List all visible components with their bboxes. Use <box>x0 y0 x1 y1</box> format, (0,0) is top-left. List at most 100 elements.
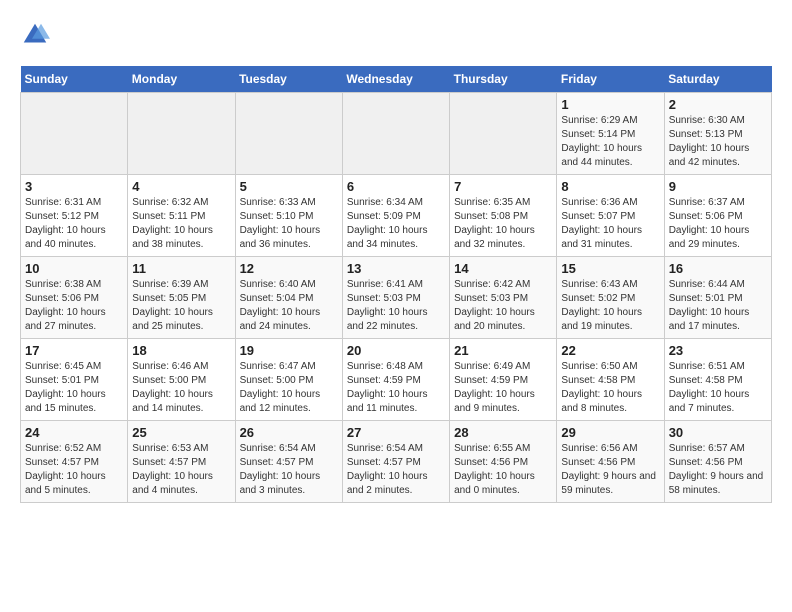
calendar-cell: 2 Sunrise: 6:30 AMSunset: 5:13 PMDaylight… <box>664 93 771 175</box>
day-info: Sunrise: 6:53 AMSunset: 4:57 PMDaylight:… <box>132 442 230 498</box>
calendar-cell: 7 Sunrise: 6:35 AMSunset: 5:08 PMDaylight… <box>450 175 557 257</box>
day-number: 17 <box>25 343 123 358</box>
header-day: Wednesday <box>342 66 449 93</box>
calendar-cell: 21 Sunrise: 6:49 AMSunset: 4:59 PMDayligh… <box>450 339 557 421</box>
day-info: Sunrise: 6:29 AMSunset: 5:14 PMDaylight:… <box>561 114 659 170</box>
calendar-cell: 29Sunrise: 6:56 AMSunset: 4:56 PMDayligh… <box>557 421 664 503</box>
day-info: Sunrise: 6:30 AMSunset: 5:13 PMDaylight:… <box>669 114 767 170</box>
calendar-cell: 22 Sunrise: 6:50 AMSunset: 4:58 PMDayligh… <box>557 339 664 421</box>
calendar-cell: 6 Sunrise: 6:34 AMSunset: 5:09 PMDaylight… <box>342 175 449 257</box>
day-number: 21 <box>454 343 552 358</box>
logo-icon <box>20 20 50 50</box>
day-info: Sunrise: 6:31 AMSunset: 5:12 PMDaylight:… <box>25 196 123 252</box>
day-number: 2 <box>669 97 767 112</box>
day-number: 7 <box>454 179 552 194</box>
day-number: 9 <box>669 179 767 194</box>
calendar-cell: 8Sunrise: 6:36 AMSunset: 5:07 PMDaylight… <box>557 175 664 257</box>
day-info: Sunrise: 6:34 AMSunset: 5:09 PMDaylight:… <box>347 196 445 252</box>
calendar-cell <box>450 93 557 175</box>
calendar-cell: 5 Sunrise: 6:33 AMSunset: 5:10 PMDaylight… <box>235 175 342 257</box>
day-info: Sunrise: 6:40 AMSunset: 5:04 PMDaylight:… <box>240 278 338 334</box>
calendar-cell: 26 Sunrise: 6:54 AMSunset: 4:57 PMDayligh… <box>235 421 342 503</box>
day-info: Sunrise: 6:47 AMSunset: 5:00 PMDaylight:… <box>240 360 338 416</box>
day-number: 4 <box>132 179 230 194</box>
calendar-week: 24 Sunrise: 6:52 AMSunset: 4:57 PMDayligh… <box>21 421 772 503</box>
calendar-week: 3 Sunrise: 6:31 AMSunset: 5:12 PMDaylight… <box>21 175 772 257</box>
day-number: 28 <box>454 425 552 440</box>
header-day: Friday <box>557 66 664 93</box>
day-number: 15 <box>561 261 659 276</box>
day-info: Sunrise: 6:49 AMSunset: 4:59 PMDaylight:… <box>454 360 552 416</box>
calendar-cell: 9Sunrise: 6:37 AMSunset: 5:06 PMDaylight… <box>664 175 771 257</box>
day-number: 27 <box>347 425 445 440</box>
day-info: Sunrise: 6:39 AMSunset: 5:05 PMDaylight:… <box>132 278 230 334</box>
day-info: Sunrise: 6:42 AMSunset: 5:03 PMDaylight:… <box>454 278 552 334</box>
day-number: 6 <box>347 179 445 194</box>
day-number: 18 <box>132 343 230 358</box>
logo <box>20 20 54 50</box>
day-info: Sunrise: 6:54 AMSunset: 4:57 PMDaylight:… <box>240 442 338 498</box>
calendar-cell: 17 Sunrise: 6:45 AMSunset: 5:01 PMDayligh… <box>21 339 128 421</box>
calendar-cell: 18 Sunrise: 6:46 AMSunset: 5:00 PMDayligh… <box>128 339 235 421</box>
calendar-week: 10 Sunrise: 6:38 AMSunset: 5:06 PMDayligh… <box>21 257 772 339</box>
calendar-cell: 28 Sunrise: 6:55 AMSunset: 4:56 PMDayligh… <box>450 421 557 503</box>
calendar-body: 1 Sunrise: 6:29 AMSunset: 5:14 PMDaylight… <box>21 93 772 503</box>
calendar-cell: 11 Sunrise: 6:39 AMSunset: 5:05 PMDayligh… <box>128 257 235 339</box>
day-number: 25 <box>132 425 230 440</box>
day-info: Sunrise: 6:33 AMSunset: 5:10 PMDaylight:… <box>240 196 338 252</box>
day-number: 22 <box>561 343 659 358</box>
calendar-header: SundayMondayTuesdayWednesdayThursdayFrid… <box>21 66 772 93</box>
calendar-cell <box>128 93 235 175</box>
calendar-week: 17 Sunrise: 6:45 AMSunset: 5:01 PMDayligh… <box>21 339 772 421</box>
day-number: 14 <box>454 261 552 276</box>
day-number: 10 <box>25 261 123 276</box>
day-info: Sunrise: 6:48 AMSunset: 4:59 PMDaylight:… <box>347 360 445 416</box>
day-info: Sunrise: 6:35 AMSunset: 5:08 PMDaylight:… <box>454 196 552 252</box>
day-info: Sunrise: 6:51 AMSunset: 4:58 PMDaylight:… <box>669 360 767 416</box>
day-info: Sunrise: 6:50 AMSunset: 4:58 PMDaylight:… <box>561 360 659 416</box>
calendar-cell <box>21 93 128 175</box>
day-number: 1 <box>561 97 659 112</box>
day-info: Sunrise: 6:32 AMSunset: 5:11 PMDaylight:… <box>132 196 230 252</box>
day-info: Sunrise: 6:41 AMSunset: 5:03 PMDaylight:… <box>347 278 445 334</box>
calendar-cell: 1 Sunrise: 6:29 AMSunset: 5:14 PMDaylight… <box>557 93 664 175</box>
day-number: 29 <box>561 425 659 440</box>
day-number: 5 <box>240 179 338 194</box>
calendar-cell: 20Sunrise: 6:48 AMSunset: 4:59 PMDayligh… <box>342 339 449 421</box>
calendar-cell: 24 Sunrise: 6:52 AMSunset: 4:57 PMDayligh… <box>21 421 128 503</box>
day-number: 23 <box>669 343 767 358</box>
calendar-cell: 27Sunrise: 6:54 AMSunset: 4:57 PMDayligh… <box>342 421 449 503</box>
header-day: Monday <box>128 66 235 93</box>
day-number: 3 <box>25 179 123 194</box>
day-info: Sunrise: 6:43 AMSunset: 5:02 PMDaylight:… <box>561 278 659 334</box>
calendar-cell: 25 Sunrise: 6:53 AMSunset: 4:57 PMDayligh… <box>128 421 235 503</box>
calendar-cell: 16Sunrise: 6:44 AMSunset: 5:01 PMDayligh… <box>664 257 771 339</box>
day-number: 11 <box>132 261 230 276</box>
day-number: 26 <box>240 425 338 440</box>
calendar-cell: 12 Sunrise: 6:40 AMSunset: 5:04 PMDayligh… <box>235 257 342 339</box>
day-info: Sunrise: 6:55 AMSunset: 4:56 PMDaylight:… <box>454 442 552 498</box>
calendar-cell: 14 Sunrise: 6:42 AMSunset: 5:03 PMDayligh… <box>450 257 557 339</box>
day-number: 13 <box>347 261 445 276</box>
day-info: Sunrise: 6:52 AMSunset: 4:57 PMDaylight:… <box>25 442 123 498</box>
header-day: Thursday <box>450 66 557 93</box>
day-number: 19 <box>240 343 338 358</box>
header-day: Sunday <box>21 66 128 93</box>
calendar-cell: 30Sunrise: 6:57 AMSunset: 4:56 PMDayligh… <box>664 421 771 503</box>
day-info: Sunrise: 6:46 AMSunset: 5:00 PMDaylight:… <box>132 360 230 416</box>
calendar-table: SundayMondayTuesdayWednesdayThursdayFrid… <box>20 66 772 503</box>
calendar-cell: 23 Sunrise: 6:51 AMSunset: 4:58 PMDayligh… <box>664 339 771 421</box>
calendar-cell: 19 Sunrise: 6:47 AMSunset: 5:00 PMDayligh… <box>235 339 342 421</box>
calendar-cell: 13 Sunrise: 6:41 AMSunset: 5:03 PMDayligh… <box>342 257 449 339</box>
day-info: Sunrise: 6:36 AMSunset: 5:07 PMDaylight:… <box>561 196 659 252</box>
day-info: Sunrise: 6:45 AMSunset: 5:01 PMDaylight:… <box>25 360 123 416</box>
day-number: 24 <box>25 425 123 440</box>
calendar-cell <box>342 93 449 175</box>
calendar-cell: 4 Sunrise: 6:32 AMSunset: 5:11 PMDaylight… <box>128 175 235 257</box>
calendar-cell: 15 Sunrise: 6:43 AMSunset: 5:02 PMDayligh… <box>557 257 664 339</box>
calendar-week: 1 Sunrise: 6:29 AMSunset: 5:14 PMDaylight… <box>21 93 772 175</box>
day-info: Sunrise: 6:38 AMSunset: 5:06 PMDaylight:… <box>25 278 123 334</box>
day-number: 12 <box>240 261 338 276</box>
header-day: Saturday <box>664 66 771 93</box>
header-day: Tuesday <box>235 66 342 93</box>
